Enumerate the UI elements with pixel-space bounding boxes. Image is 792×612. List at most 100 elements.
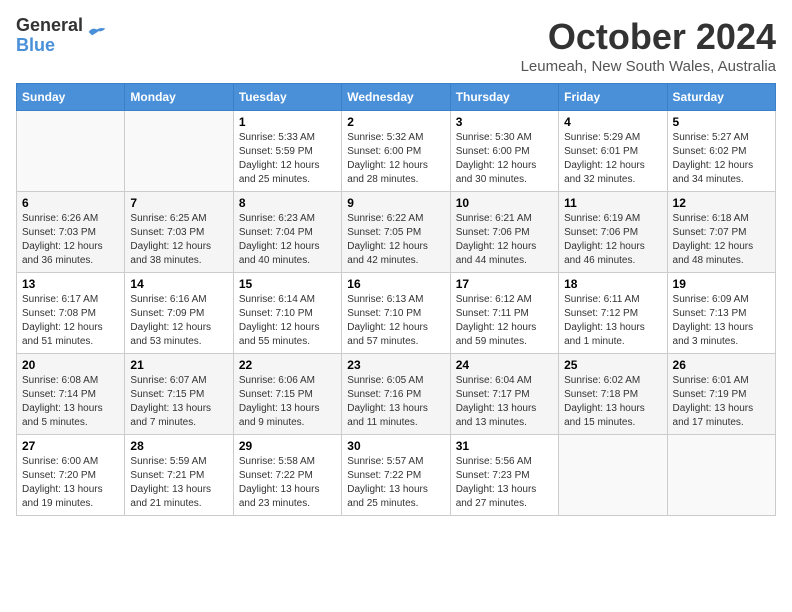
day-info: Sunrise: 5:32 AM Sunset: 6:00 PM Dayligh…: [347, 131, 444, 187]
calendar-cell: [667, 435, 775, 516]
weekday-header: Monday: [125, 84, 233, 111]
weekday-header: Sunday: [17, 84, 125, 111]
day-number: 9: [347, 196, 444, 210]
weekday-header: Friday: [559, 84, 667, 111]
weekday-header: Thursday: [450, 84, 558, 111]
day-number: 27: [22, 439, 119, 453]
day-info: Sunrise: 6:07 AM Sunset: 7:15 PM Dayligh…: [130, 374, 227, 430]
day-number: 26: [673, 358, 770, 372]
day-number: 24: [456, 358, 553, 372]
calendar-cell: 19 Sunrise: 6:09 AM Sunset: 7:13 PM Dayli…: [667, 273, 775, 354]
day-number: 31: [456, 439, 553, 453]
day-info: Sunrise: 6:26 AM Sunset: 7:03 PM Dayligh…: [22, 212, 119, 268]
calendar-cell: 15 Sunrise: 6:14 AM Sunset: 7:10 PM Dayli…: [233, 273, 341, 354]
day-info: Sunrise: 5:58 AM Sunset: 7:22 PM Dayligh…: [239, 455, 336, 511]
calendar-cell: 10 Sunrise: 6:21 AM Sunset: 7:06 PM Dayli…: [450, 192, 558, 273]
calendar-cell: 28Sunrise: 5:59 AM Sunset: 7:21 PM Dayli…: [125, 435, 233, 516]
calendar-cell: 20 Sunrise: 6:08 AM Sunset: 7:14 PM Dayli…: [17, 354, 125, 435]
day-number: 6: [22, 196, 119, 210]
day-info: Sunrise: 6:22 AM Sunset: 7:05 PM Dayligh…: [347, 212, 444, 268]
calendar-body: 1 Sunrise: 5:33 AM Sunset: 5:59 PM Daylig…: [17, 111, 776, 516]
day-number: 17: [456, 277, 553, 291]
calendar-cell: 24Sunrise: 6:04 AM Sunset: 7:17 PM Dayli…: [450, 354, 558, 435]
day-number: 4: [564, 115, 661, 129]
calendar-cell: 7 Sunrise: 6:25 AM Sunset: 7:03 PM Daylig…: [125, 192, 233, 273]
day-info: Sunrise: 6:06 AM Sunset: 7:15 PM Dayligh…: [239, 374, 336, 430]
calendar-cell: 11Sunrise: 6:19 AM Sunset: 7:06 PM Dayli…: [559, 192, 667, 273]
calendar-cell: 14 Sunrise: 6:16 AM Sunset: 7:09 PM Dayli…: [125, 273, 233, 354]
calendar-week-row: 27 Sunrise: 6:00 AM Sunset: 7:20 PM Dayli…: [17, 435, 776, 516]
day-number: 1: [239, 115, 336, 129]
calendar-cell: 25 Sunrise: 6:02 AM Sunset: 7:18 PM Dayli…: [559, 354, 667, 435]
calendar-cell: 4 Sunrise: 5:29 AM Sunset: 6:01 PM Daylig…: [559, 111, 667, 192]
calendar-cell: 9 Sunrise: 6:22 AM Sunset: 7:05 PM Daylig…: [342, 192, 450, 273]
day-info: Sunrise: 6:13 AM Sunset: 7:10 PM Dayligh…: [347, 293, 444, 349]
title-block: October 2024 Leumeah, New South Wales, A…: [521, 16, 776, 75]
day-number: 23: [347, 358, 444, 372]
day-info: Sunrise: 6:19 AM Sunset: 7:06 PM Dayligh…: [564, 212, 661, 268]
day-info: Sunrise: 6:12 AM Sunset: 7:11 PM Dayligh…: [456, 293, 553, 349]
day-info: Sunrise: 6:09 AM Sunset: 7:13 PM Dayligh…: [673, 293, 770, 349]
day-number: 20: [22, 358, 119, 372]
day-info: Sunrise: 5:27 AM Sunset: 6:02 PM Dayligh…: [673, 131, 770, 187]
day-info: Sunrise: 6:02 AM Sunset: 7:18 PM Dayligh…: [564, 374, 661, 430]
weekday-header: Tuesday: [233, 84, 341, 111]
day-number: 5: [673, 115, 770, 129]
calendar-cell: 6 Sunrise: 6:26 AM Sunset: 7:03 PM Daylig…: [17, 192, 125, 273]
day-info: Sunrise: 6:16 AM Sunset: 7:09 PM Dayligh…: [130, 293, 227, 349]
calendar-cell: 3 Sunrise: 5:30 AM Sunset: 6:00 PM Daylig…: [450, 111, 558, 192]
day-number: 13: [22, 277, 119, 291]
calendar-cell: [559, 435, 667, 516]
day-number: 3: [456, 115, 553, 129]
day-info: Sunrise: 6:08 AM Sunset: 7:14 PM Dayligh…: [22, 374, 119, 430]
calendar-cell: 22 Sunrise: 6:06 AM Sunset: 7:15 PM Dayli…: [233, 354, 341, 435]
day-number: 14: [130, 277, 227, 291]
day-number: 21: [130, 358, 227, 372]
location: Leumeah, New South Wales, Australia: [521, 58, 776, 75]
day-number: 7: [130, 196, 227, 210]
day-info: Sunrise: 6:17 AM Sunset: 7:08 PM Dayligh…: [22, 293, 119, 349]
day-info: Sunrise: 6:14 AM Sunset: 7:10 PM Dayligh…: [239, 293, 336, 349]
calendar-cell: 12 Sunrise: 6:18 AM Sunset: 7:07 PM Dayli…: [667, 192, 775, 273]
day-info: Sunrise: 6:18 AM Sunset: 7:07 PM Dayligh…: [673, 212, 770, 268]
day-number: 15: [239, 277, 336, 291]
calendar-cell: 31 Sunrise: 5:56 AM Sunset: 7:23 PM Dayli…: [450, 435, 558, 516]
calendar-cell: 23 Sunrise: 6:05 AM Sunset: 7:16 PM Dayli…: [342, 354, 450, 435]
day-number: 29: [239, 439, 336, 453]
calendar-cell: 30Sunrise: 5:57 AM Sunset: 7:22 PM Dayli…: [342, 435, 450, 516]
calendar-cell: 18 Sunrise: 6:11 AM Sunset: 7:12 PM Dayli…: [559, 273, 667, 354]
calendar-week-row: 13 Sunrise: 6:17 AM Sunset: 7:08 PM Dayli…: [17, 273, 776, 354]
day-number: 22: [239, 358, 336, 372]
calendar-cell: [125, 111, 233, 192]
calendar-cell: 26 Sunrise: 6:01 AM Sunset: 7:19 PM Dayli…: [667, 354, 775, 435]
day-info: Sunrise: 5:30 AM Sunset: 6:00 PM Dayligh…: [456, 131, 553, 187]
day-number: 19: [673, 277, 770, 291]
day-info: Sunrise: 5:33 AM Sunset: 5:59 PM Dayligh…: [239, 131, 336, 187]
month-title: October 2024: [521, 16, 776, 58]
calendar-week-row: 1 Sunrise: 5:33 AM Sunset: 5:59 PM Daylig…: [17, 111, 776, 192]
day-info: Sunrise: 5:29 AM Sunset: 6:01 PM Dayligh…: [564, 131, 661, 187]
calendar-cell: 29 Sunrise: 5:58 AM Sunset: 7:22 PM Dayli…: [233, 435, 341, 516]
day-info: Sunrise: 6:00 AM Sunset: 7:20 PM Dayligh…: [22, 455, 119, 511]
day-info: Sunrise: 6:01 AM Sunset: 7:19 PM Dayligh…: [673, 374, 770, 430]
calendar-week-row: 20 Sunrise: 6:08 AM Sunset: 7:14 PM Dayli…: [17, 354, 776, 435]
day-number: 10: [456, 196, 553, 210]
calendar-cell: 5 Sunrise: 5:27 AM Sunset: 6:02 PM Daylig…: [667, 111, 775, 192]
day-number: 12: [673, 196, 770, 210]
day-number: 28: [130, 439, 227, 453]
logo-blue: Blue: [16, 35, 55, 55]
day-number: 18: [564, 277, 661, 291]
calendar-cell: 8Sunrise: 6:23 AM Sunset: 7:04 PM Daylig…: [233, 192, 341, 273]
day-info: Sunrise: 6:25 AM Sunset: 7:03 PM Dayligh…: [130, 212, 227, 268]
day-info: Sunrise: 5:56 AM Sunset: 7:23 PM Dayligh…: [456, 455, 553, 511]
calendar-cell: 13 Sunrise: 6:17 AM Sunset: 7:08 PM Dayli…: [17, 273, 125, 354]
day-info: Sunrise: 6:11 AM Sunset: 7:12 PM Dayligh…: [564, 293, 661, 349]
page-header: GeneralBlue October 2024 Leumeah, New So…: [16, 16, 776, 75]
calendar-cell: [17, 111, 125, 192]
day-info: Sunrise: 6:21 AM Sunset: 7:06 PM Dayligh…: [456, 212, 553, 268]
day-number: 25: [564, 358, 661, 372]
logo-bird-icon: [87, 25, 107, 39]
day-info: Sunrise: 5:57 AM Sunset: 7:22 PM Dayligh…: [347, 455, 444, 511]
day-info: Sunrise: 6:05 AM Sunset: 7:16 PM Dayligh…: [347, 374, 444, 430]
calendar-cell: 27 Sunrise: 6:00 AM Sunset: 7:20 PM Dayli…: [17, 435, 125, 516]
